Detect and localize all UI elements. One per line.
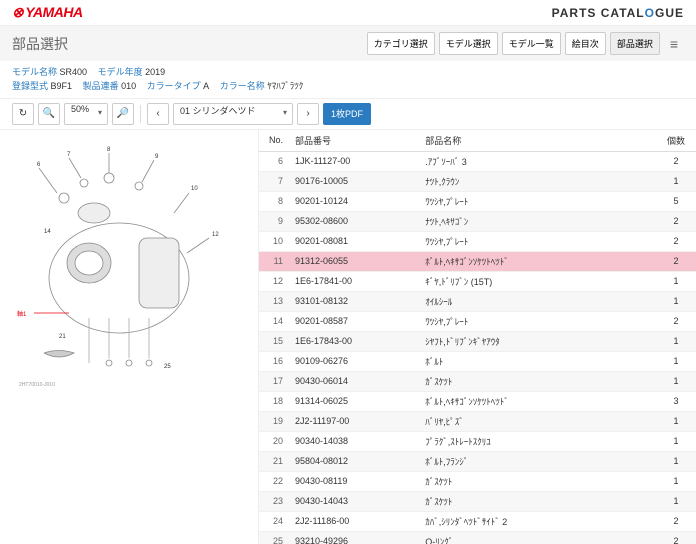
nav-category[interactable]: カテゴリ選択 — [367, 32, 435, 55]
table-row[interactable]: 121E6-17841-00ｷﾞﾔ,ﾄﾞﾘﾌﾞﾝ (15T)1 — [259, 271, 696, 291]
table-row[interactable]: 1891314-06025ﾎﾞﾙﾄ,ﾍｷｻｺﾞﾝｿｹﾂﾄﾍﾂﾄﾞ3 — [259, 391, 696, 411]
svg-text:14: 14 — [44, 229, 51, 235]
table-row[interactable]: 151E6-17843-00ｼﾔﾌﾄ,ﾄﾞﾘﾌﾞﾝｷﾞﾔｱｳﾀ1 — [259, 331, 696, 351]
svg-text:21: 21 — [59, 334, 66, 340]
parts-table-wrap[interactable]: No. 部品番号 部品名称 個数 61JK-11127-00.ｱﾌﾞｿｰﾊﾞ 3… — [258, 130, 696, 544]
svg-text:6: 6 — [37, 162, 41, 168]
table-row[interactable]: 2090340-14038ﾌﾟﾗｸﾞ,ｽﾄﾚｰﾄｽｸﾘﾕ1 — [259, 431, 696, 451]
hamburger-icon[interactable]: ≡ — [664, 34, 684, 54]
col-qty[interactable]: 個数 — [656, 130, 696, 152]
col-part-name[interactable]: 部品名称 — [419, 130, 656, 152]
parts-diagram[interactable]: 軸1 2HT70010-J010 6 7 8 9 10 12 14 21 25 — [0, 130, 258, 544]
table-row[interactable]: 890201-10124ﾜﾂｼﾔ,ﾌﾟﾚｰﾄ5 — [259, 191, 696, 211]
table-row[interactable]: 1191312-06055ﾎﾞﾙﾄ,ﾍｷｻｺﾞﾝｿｹﾂﾄﾍﾂﾄﾞ2 — [259, 251, 696, 271]
table-row[interactable]: 1690109-06276ﾎﾞﾙﾄ1 — [259, 351, 696, 371]
nav-parts-select[interactable]: 部品選択 — [610, 32, 660, 55]
nav-picture-index[interactable]: 絵目次 — [565, 32, 606, 55]
table-row[interactable]: 192J2-11197-00ﾊﾞﾘﾔ,ﾋﾟｽﾞ1 — [259, 411, 696, 431]
next-button[interactable]: › — [297, 103, 319, 125]
nav-model-list[interactable]: モデル一覧 — [502, 32, 561, 55]
yamaha-logo: YAMAHA — [12, 4, 83, 21]
table-row[interactable]: 790176-10005ﾅﾂﾄ,ｸﾗｳﾝ1 — [259, 171, 696, 191]
svg-text:10: 10 — [191, 186, 198, 192]
zoom-select[interactable]: 50% — [64, 103, 108, 125]
page-title: 部品選択 — [12, 34, 68, 54]
table-row[interactable]: 1490201-08587ﾜﾂｼﾔ,ﾌﾟﾚｰﾄ2 — [259, 311, 696, 331]
table-row[interactable]: 2195804-08012ﾎﾞﾙﾄ,ﾌﾗﾝｼﾞ1 — [259, 451, 696, 471]
table-row[interactable]: 2593210-49296O-ﾘﾝｸﾞ2 — [259, 531, 696, 544]
refresh-button[interactable]: ↻ — [12, 103, 34, 125]
nav-buttons: カテゴリ選択 モデル選択 モデル一覧 絵目次 部品選択 ≡ — [367, 32, 684, 55]
prev-button[interactable]: ‹ — [147, 103, 169, 125]
table-row[interactable]: 61JK-11127-00.ｱﾌﾞｿｰﾊﾞ 32 — [259, 151, 696, 171]
catalog-title: PARTS CATALOGUE — [552, 6, 684, 20]
svg-text:2HT70010-J010: 2HT70010-J010 — [19, 382, 55, 388]
svg-text:12: 12 — [212, 232, 219, 238]
svg-text:9: 9 — [155, 154, 159, 160]
col-no[interactable]: No. — [259, 130, 289, 152]
svg-text:8: 8 — [107, 147, 111, 153]
col-part-no[interactable]: 部品番号 — [289, 130, 419, 152]
pdf-button[interactable]: 1枚PDF — [323, 103, 371, 125]
zoom-in-button[interactable]: 🔎 — [112, 103, 134, 125]
svg-text:軸1: 軸1 — [17, 310, 27, 318]
table-row[interactable]: 242J2-11186-00ｶﾊﾞ,ｼﾘﾝﾀﾞﾍﾂﾄﾞｻｲﾄﾞ 22 — [259, 511, 696, 531]
table-row[interactable]: 2290430-08119ｶﾞｽｹﾂﾄ1 — [259, 471, 696, 491]
table-row[interactable]: 2390430-14043ｶﾞｽｹﾂﾄ1 — [259, 491, 696, 511]
table-row[interactable]: 1393101-08132ｵｲﾙｼｰﾙ1 — [259, 291, 696, 311]
svg-text:25: 25 — [164, 364, 171, 370]
nav-model-select[interactable]: モデル選択 — [439, 32, 498, 55]
table-row[interactable]: 995302-08600ﾅﾂﾄ,ﾍｷｻｺﾞﾝ2 — [259, 211, 696, 231]
table-row[interactable]: 1090201-08081ﾜﾂｼﾔ,ﾌﾟﾚｰﾄ2 — [259, 231, 696, 251]
table-row[interactable]: 1790430-06014ｶﾞｽｹﾂﾄ1 — [259, 371, 696, 391]
model-metadata: モデル名称 SR400 モデル年度 2019 登録型式 B9F1 製品連番 01… — [0, 61, 696, 98]
search-button[interactable]: 🔍 — [38, 103, 60, 125]
section-select[interactable]: 01 シリンダヘツド — [173, 103, 293, 125]
parts-table: No. 部品番号 部品名称 個数 61JK-11127-00.ｱﾌﾞｿｰﾊﾞ 3… — [259, 130, 696, 544]
svg-text:7: 7 — [67, 152, 71, 158]
